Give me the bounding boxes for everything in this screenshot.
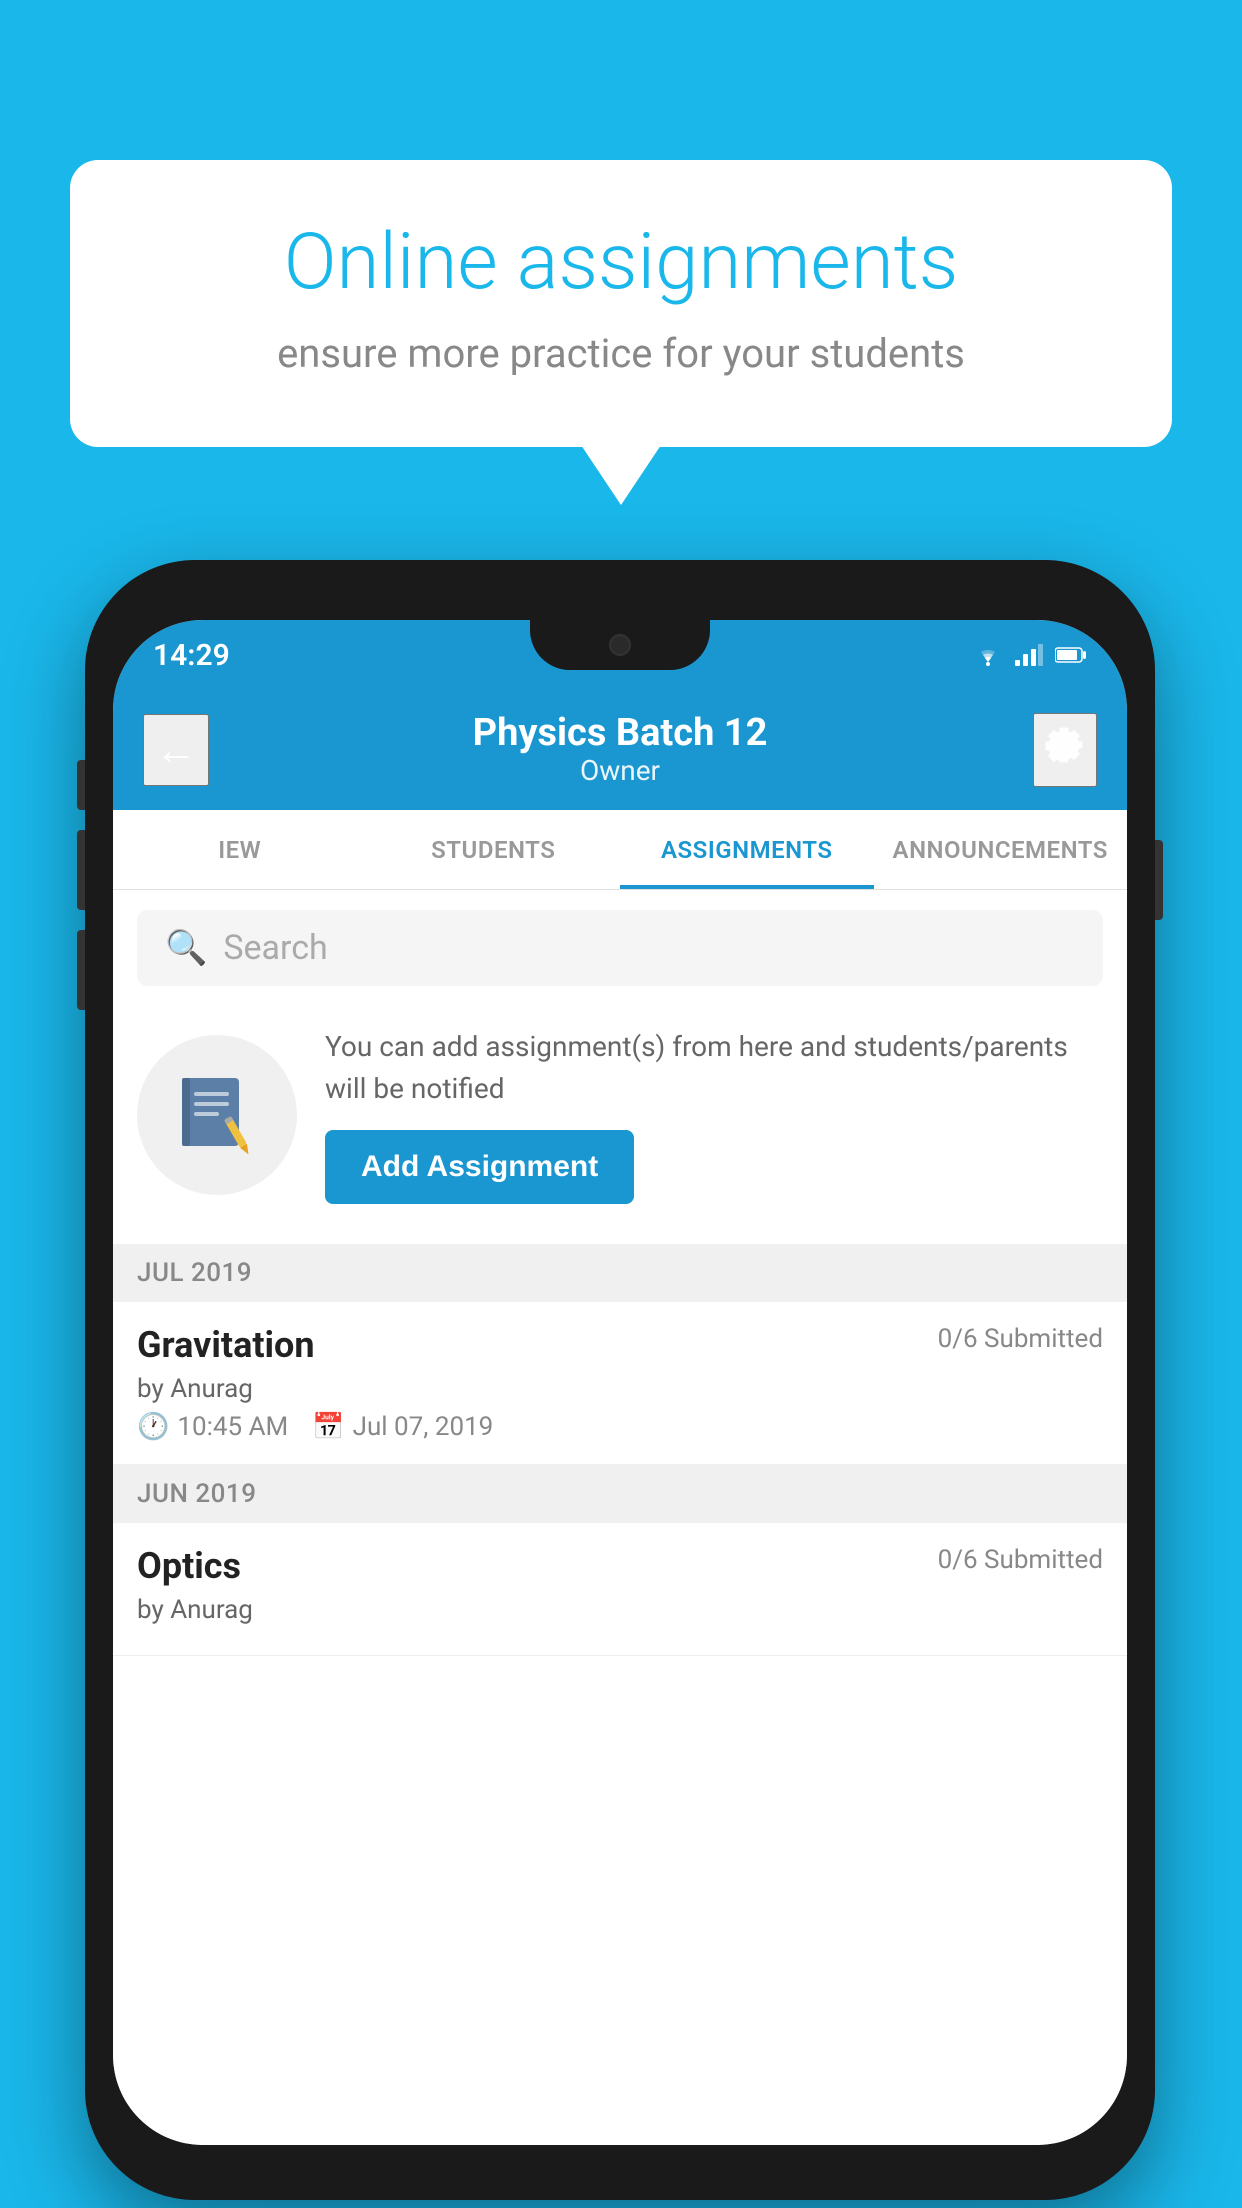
optics-by: by Anurag [137,1595,1103,1625]
clock-icon: 🕐 [137,1412,169,1442]
tab-iew[interactable]: IEW [113,810,367,889]
back-button[interactable]: ← [143,714,209,786]
month-section-jul: JUL 2019 [113,1244,1127,1302]
battery-icon [1055,646,1087,664]
camera-dot [609,634,631,656]
phone-screen: 14:29 [113,620,1127,2145]
assignment-time: 10:45 AM [177,1412,288,1442]
add-assignment-button[interactable]: Add Assignment [325,1130,634,1204]
phone-frame: 14:29 [85,560,1155,2200]
optics-title: Optics [137,1545,241,1587]
tab-announcements[interactable]: ANNOUNCEMENTS [874,810,1128,889]
calendar-icon: 📅 [312,1412,344,1442]
assignment-item-optics[interactable]: Optics 0/6 Submitted by Anurag [113,1523,1127,1656]
promo-icon-circle [137,1035,297,1195]
settings-button[interactable] [1033,713,1097,787]
optics-header-row: Optics 0/6 Submitted [137,1545,1103,1587]
mute-button [77,760,85,810]
add-assignment-promo: You can add assignment(s) from here and … [113,1006,1127,1224]
optics-submitted: 0/6 Submitted [938,1545,1103,1575]
header-title-block: Physics Batch 12 Owner [473,713,768,788]
status-icons [973,644,1087,666]
assignment-date-meta: 📅 Jul 07, 2019 [312,1412,493,1442]
assignment-date: Jul 07, 2019 [353,1412,494,1442]
search-icon: 🔍 [165,928,207,968]
assignment-header-row: Gravitation 0/6 Submitted [137,1324,1103,1366]
month-section-jun: JUN 2019 [113,1465,1127,1523]
app-header: ← Physics Batch 12 Owner [113,690,1127,810]
signal-icon [1015,644,1043,666]
speech-bubble-tail [581,445,661,505]
assignment-item-gravitation[interactable]: Gravitation 0/6 Submitted by Anurag 🕐 10… [113,1302,1127,1465]
content-area: 🔍 Search [113,890,1127,2145]
phone-notch [530,620,710,670]
assignment-time-meta: 🕐 10:45 AM [137,1412,288,1442]
tabs-bar: IEW STUDENTS ASSIGNMENTS ANNOUNCEMENTS [113,810,1127,890]
wifi-icon [973,644,1003,666]
tab-assignments[interactable]: ASSIGNMENTS [620,810,874,889]
assignment-title: Gravitation [137,1324,315,1366]
speech-bubble: Online assignments ensure more practice … [70,160,1172,447]
tab-students[interactable]: STUDENTS [367,810,621,889]
search-bar[interactable]: 🔍 Search [137,910,1103,986]
volume-up-button [77,830,85,910]
assignment-submitted: 0/6 Submitted [938,1324,1103,1354]
assignment-by: by Anurag [137,1374,1103,1404]
volume-down-button [77,930,85,1010]
assignment-meta: 🕐 10:45 AM 📅 Jul 07, 2019 [137,1412,1103,1442]
speech-bubble-title: Online assignments [150,220,1092,306]
status-time: 14:29 [153,638,230,673]
header-subtitle: Owner [473,754,768,787]
speech-bubble-container: Online assignments ensure more practice … [70,160,1172,505]
promo-text-block: You can add assignment(s) from here and … [325,1026,1103,1204]
power-button [1155,840,1163,920]
promo-description: You can add assignment(s) from here and … [325,1026,1103,1110]
notebook-icon [172,1070,262,1160]
search-input-placeholder: Search [223,928,327,968]
header-title: Physics Batch 12 [473,713,768,755]
gear-icon [1045,725,1085,765]
speech-bubble-subtitle: ensure more practice for your students [150,330,1092,377]
